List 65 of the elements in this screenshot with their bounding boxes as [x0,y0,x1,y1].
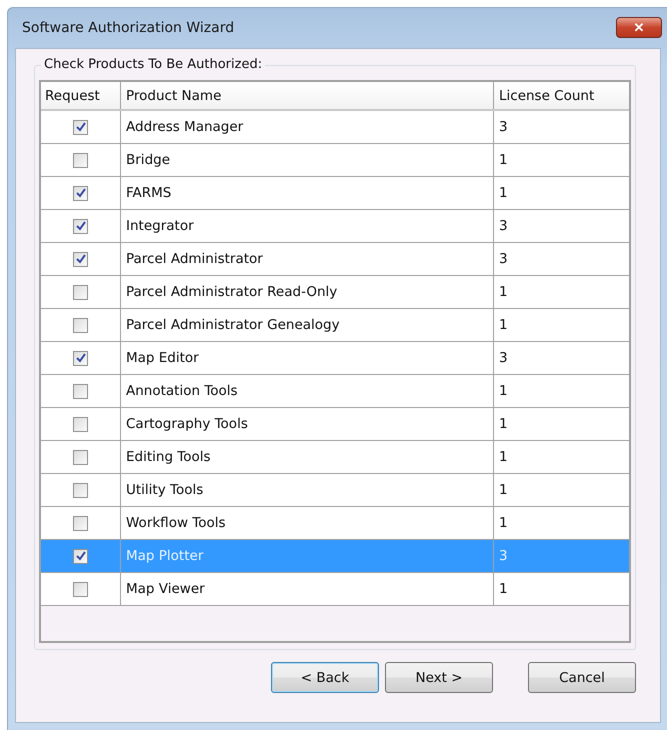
table-cell-text: 3 [498,547,509,566]
table-cell-text: 1 [498,382,509,401]
table-row[interactable]: Map Editor 3 [41,342,629,375]
checkbox[interactable] [73,218,88,234]
checkbox[interactable] [73,284,88,300]
checkbox[interactable] [73,516,88,530]
column-header[interactable]: Request [41,82,121,109]
table-cell-text: 1 [498,184,509,203]
wizard-button[interactable]: Cancel [528,662,636,693]
checkbox[interactable] [73,252,88,266]
checkbox[interactable] [73,152,88,168]
table-cell: Map Editor [121,342,494,374]
table-cell-text: 3 [498,250,509,269]
table-cell-text: 1 [498,448,509,467]
table-cell-text: 1 [498,415,509,434]
table-row[interactable]: Editing Tools 1 [41,441,629,474]
table-row[interactable]: Cartography Tools 1 [41,408,629,441]
table-cell-text: 1 [498,514,509,533]
table-cell: Annotation Tools [121,375,494,407]
window-title: Software Authorization Wizard [22,20,234,36]
table-row[interactable]: Parcel Administrator 3 [41,243,629,276]
checkbox[interactable] [73,582,88,596]
table-row[interactable]: FARMS 1 [41,177,629,210]
table-cell: Map Plotter [121,540,494,572]
table-cell-text: 3 [498,349,509,368]
checkbox[interactable] [73,186,88,200]
table-cell: Editing Tools [121,441,494,473]
checkbox[interactable] [73,548,88,564]
table-row[interactable]: Address Manager 3 [41,111,629,144]
close-button[interactable]: ✕ [616,16,662,38]
table-cell: Parcel Administrator Genealogy [121,309,494,341]
table-row[interactable]: Annotation Tools 1 [41,375,629,408]
checkbox[interactable] [73,384,88,398]
table-row[interactable]: Bridge 1 [41,144,629,177]
table-cell-text: 1 [498,481,509,500]
table-cell-text: 3 [498,217,509,236]
wizard-button[interactable]: Next > [385,662,493,693]
table-cell-text: 1 [498,283,509,302]
table-cell: Bridge [121,144,494,176]
table-cell-text: 1 [498,580,509,599]
table-row[interactable]: Integrator 3 [41,210,629,243]
checkbox[interactable] [73,120,88,134]
table-cell: Map Viewer [121,573,494,605]
table-row[interactable]: Parcel Administrator Read-Only 1 [41,276,629,309]
table-cell: Utility Tools [121,474,494,506]
table-cell: FARMS [121,177,494,209]
table-cell: Workflow Tools [121,507,494,539]
table-cell: Cartography Tools [121,408,494,440]
table-row[interactable]: Utility Tools 1 [41,474,629,507]
checkbox[interactable] [73,416,88,432]
table-cell: Parcel Administrator [121,243,494,275]
table-cell-text: 3 [498,118,509,137]
column-header[interactable]: Product Name [121,82,494,109]
checkbox[interactable] [73,482,88,498]
table-cell: Address Manager [121,111,494,143]
checkbox[interactable] [73,318,88,332]
table-cell-text: 1 [498,151,509,170]
table-row[interactable]: Parcel Administrator Genealogy 1 [41,309,629,342]
checkbox[interactable] [73,450,88,464]
column-header[interactable]: License Count [494,82,629,109]
checkbox[interactable] [73,350,88,366]
table-cell-text: 1 [498,316,509,335]
wizard-button[interactable]: < Back [271,662,379,693]
table-cell: Integrator [121,210,494,242]
table-cell: Parcel Administrator Read-Only [121,276,494,308]
